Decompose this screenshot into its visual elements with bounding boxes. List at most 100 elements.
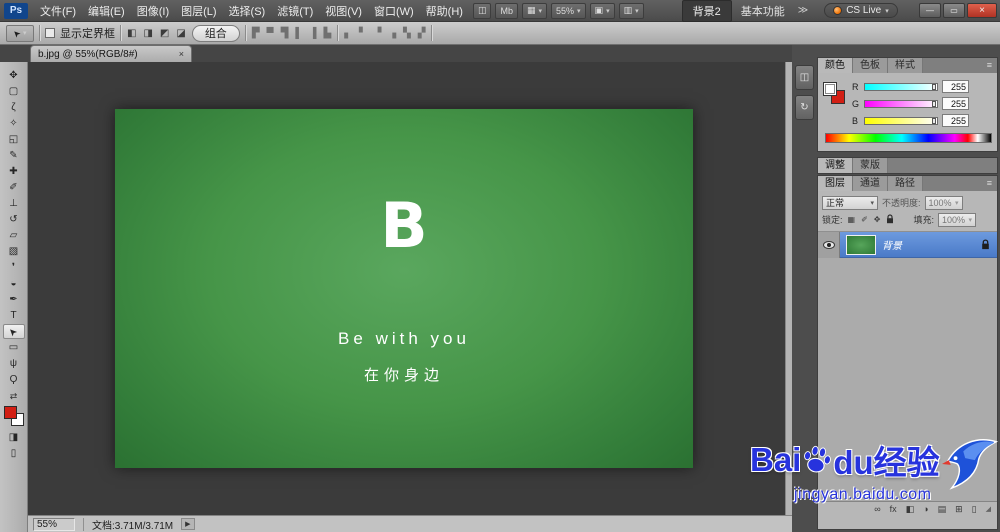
healing-brush-tool[interactable]: ✚ <box>3 164 25 179</box>
menu-layer[interactable]: 图层(L) <box>175 1 222 21</box>
move-tool[interactable]: ✥ <box>3 68 25 83</box>
lasso-tool[interactable]: ζ <box>3 100 25 115</box>
pen-tool[interactable]: ✒ <box>3 292 25 307</box>
align-top-icon[interactable]: ▛ <box>251 28 261 39</box>
tab-channels[interactable]: 通道 <box>853 176 888 191</box>
menu-image[interactable]: 图像(I) <box>131 1 175 21</box>
launch-bridge-button[interactable]: ◫ <box>472 2 492 19</box>
align-hcenter-icon[interactable]: ▙ <box>323 28 333 39</box>
align-vcenter-icon[interactable]: ▀ <box>266 28 275 39</box>
blend-mode-select[interactable]: 正常 ▾ <box>822 195 878 210</box>
panel-foreground-swatch[interactable] <box>823 82 837 96</box>
restore-button[interactable]: ▭ <box>943 3 965 18</box>
lock-transparency-icon[interactable]: ▦ <box>847 215 857 224</box>
history-brush-tool[interactable]: ↺ <box>3 212 25 227</box>
foreground-color-swatch[interactable] <box>3 406 17 419</box>
workspace-tab-essentials[interactable]: 基本功能 <box>732 1 794 21</box>
distribute-right-icon[interactable]: ▞ <box>417 28 427 39</box>
quick-select-tool[interactable]: ✧ <box>3 116 25 131</box>
cs-live-button[interactable]: CS Live ▾ <box>824 3 898 18</box>
dodge-tool[interactable]: ◒ <box>3 276 25 291</box>
distribute-top-icon[interactable]: ▖ <box>343 28 353 39</box>
menu-file[interactable]: 文件(F) <box>34 1 82 21</box>
document-tab[interactable]: b.jpg @ 55%(RGB/8#) × <box>30 45 192 62</box>
menu-help[interactable]: 帮助(H) <box>420 1 469 21</box>
menu-filter[interactable]: 滤镜(T) <box>271 1 319 21</box>
green-slider-knob[interactable] <box>932 100 936 107</box>
swap-colors-icon[interactable]: ⇄ <box>10 391 18 402</box>
blue-value-field[interactable]: 255 <box>942 114 969 127</box>
status-zoom-field[interactable]: 55% <box>33 517 75 531</box>
shape-tool[interactable]: ▭ <box>3 340 25 355</box>
show-bounding-box-checkbox[interactable] <box>45 28 55 38</box>
menu-view[interactable]: 视图(V) <box>319 1 368 21</box>
layer-row-background[interactable]: 背景 <box>818 231 997 258</box>
eyedropper-tool[interactable]: ✎ <box>3 148 25 163</box>
tab-swatches[interactable]: 色板 <box>853 58 888 73</box>
collapsed-panel-button-1[interactable]: ◫ <box>795 65 814 90</box>
crop-tool[interactable]: ◱ <box>3 132 25 147</box>
layer-thumbnail[interactable] <box>846 234 876 255</box>
type-tool[interactable]: T <box>3 308 25 323</box>
blur-tool[interactable]: ❜ <box>3 260 25 275</box>
marquee-tool[interactable]: ▢ <box>3 84 25 99</box>
arrange-documents-button[interactable]: ▣ ▾ <box>589 2 615 19</box>
green-slider[interactable] <box>864 99 938 108</box>
close-button[interactable]: × <box>967 3 997 18</box>
layer-visibility-cell[interactable] <box>818 231 840 258</box>
workspace-tab-bg2[interactable]: 背景2 <box>681 0 732 22</box>
red-slider[interactable] <box>864 82 938 91</box>
menu-edit[interactable]: 编辑(E) <box>82 1 131 21</box>
workspace-overflow-button[interactable]: ≫ <box>794 5 812 16</box>
zoom-level-dropdown[interactable]: 55% ▾ <box>551 2 586 19</box>
minimize-button[interactable]: — <box>919 3 941 18</box>
green-value-field[interactable]: 255 <box>942 97 969 110</box>
align-left-icon[interactable]: ▌ <box>294 28 303 39</box>
opacity-field[interactable]: 100% ▾ <box>924 195 963 210</box>
brush-tool[interactable]: ✐ <box>3 180 25 195</box>
distribute-left-icon[interactable]: ▗ <box>387 28 397 39</box>
lock-position-icon[interactable]: ✥ <box>873 215 882 224</box>
tab-masks[interactable]: 蒙版 <box>853 158 888 173</box>
gradient-tool[interactable]: ▧ <box>3 244 25 259</box>
tab-layers[interactable]: 图层 <box>818 176 853 191</box>
screen-mode-button[interactable]: ▥ ▾ <box>618 2 644 19</box>
document-close-icon[interactable]: × <box>179 49 184 59</box>
mini-bridge-button[interactable]: Mb <box>495 2 518 19</box>
menu-window[interactable]: 窗口(W) <box>368 1 420 21</box>
status-menu-arrow-icon[interactable]: ▶ <box>181 518 195 530</box>
path-op-add-icon[interactable]: ◧ <box>126 28 137 39</box>
path-op-subtract-icon[interactable]: ◨ <box>142 28 153 39</box>
lock-all-icon[interactable] <box>885 213 895 226</box>
distribute-vcenter-icon[interactable]: ▘ <box>358 28 368 39</box>
tab-adjustments[interactable]: 调整 <box>818 158 853 173</box>
red-value-field[interactable]: 255 <box>942 80 969 93</box>
zoom-tool[interactable]: Ϙ <box>3 372 25 387</box>
tab-styles[interactable]: 样式 <box>888 58 923 73</box>
color-spectrum-ramp[interactable] <box>825 133 992 143</box>
distribute-bottom-icon[interactable]: ▝ <box>373 28 383 39</box>
screen-mode-toggle[interactable]: ▯ <box>3 446 25 461</box>
panel-menu-icon[interactable]: ≡ <box>982 58 997 73</box>
blue-slider-knob[interactable] <box>932 117 936 124</box>
blue-slider[interactable] <box>864 116 938 125</box>
red-slider-knob[interactable] <box>932 83 936 90</box>
fill-field[interactable]: 100% ▾ <box>938 212 976 227</box>
hand-tool[interactable]: ψ <box>3 356 25 371</box>
path-op-exclude-icon[interactable]: ◪ <box>175 28 186 39</box>
clone-stamp-tool[interactable]: ⊥ <box>3 196 25 211</box>
tool-preset-button[interactable]: ➤ ▾ <box>6 24 34 42</box>
menu-select[interactable]: 选择(S) <box>223 1 272 21</box>
lock-pixels-icon[interactable]: ✐ <box>860 215 869 224</box>
quick-mask-button[interactable]: ◨ <box>3 430 25 445</box>
path-op-intersect-icon[interactable]: ◩ <box>159 28 170 39</box>
tab-color[interactable]: 颜色 <box>818 58 853 73</box>
collapsed-panel-button-2[interactable]: ↻ <box>795 95 814 120</box>
panel-menu-icon[interactable]: ≡ <box>982 176 997 191</box>
align-right-icon[interactable]: ▐ <box>308 28 317 39</box>
eraser-tool[interactable]: ▱ <box>3 228 25 243</box>
tab-paths[interactable]: 路径 <box>888 176 923 191</box>
align-bottom-icon[interactable]: ▜ <box>280 28 290 39</box>
combine-button[interactable]: 组合 <box>191 24 240 42</box>
distribute-hcenter-icon[interactable]: ▚ <box>402 28 412 39</box>
